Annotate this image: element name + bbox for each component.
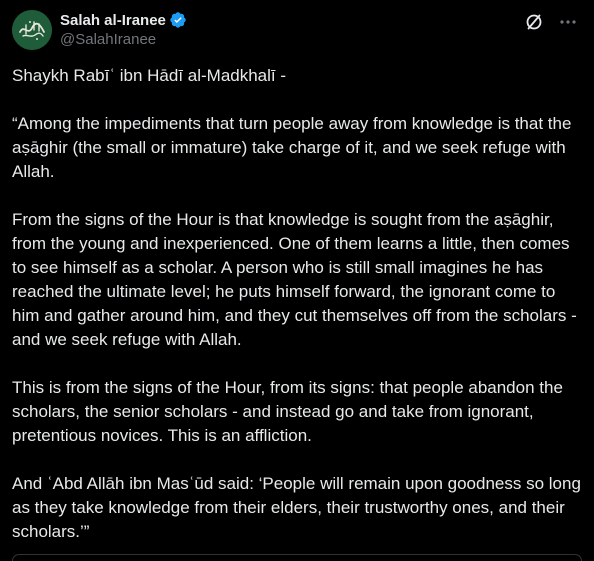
tweet-actions: [524, 12, 578, 32]
author-display-name[interactable]: Salah al-Iranee: [60, 12, 166, 29]
grok-slash-circle-icon[interactable]: [524, 12, 544, 32]
quoted-card-edge: [12, 554, 582, 561]
verified-badge-icon[interactable]: [169, 11, 187, 29]
post-paragraph: “Among the impediments that turn people …: [12, 114, 572, 181]
author-names: Salah al-Iranee @SalahIranee: [60, 10, 187, 48]
tweet-card: Salah al-Iranee @SalahIranee Shaykh Rabī…: [0, 0, 594, 561]
more-dots-icon[interactable]: [558, 12, 578, 32]
tweet-header: Salah al-Iranee @SalahIranee: [12, 8, 582, 50]
post-paragraph: From the signs of the Hour is that knowl…: [12, 210, 577, 349]
post-paragraph: Shaykh Rabīʿ ibn Hādī al-Madkhalī -: [12, 66, 287, 85]
calligraphy-avatar-icon[interactable]: [12, 10, 52, 50]
post-paragraph: This is from the signs of the Hour, from…: [12, 378, 563, 445]
tweet-text: Shaykh Rabīʿ ibn Hādī al-Madkhalī - “Amo…: [12, 64, 584, 544]
post-paragraph: And ʿAbd Allāh ibn Masʿūd said: ‘People …: [12, 474, 581, 541]
author-handle[interactable]: @SalahIranee: [60, 31, 187, 48]
